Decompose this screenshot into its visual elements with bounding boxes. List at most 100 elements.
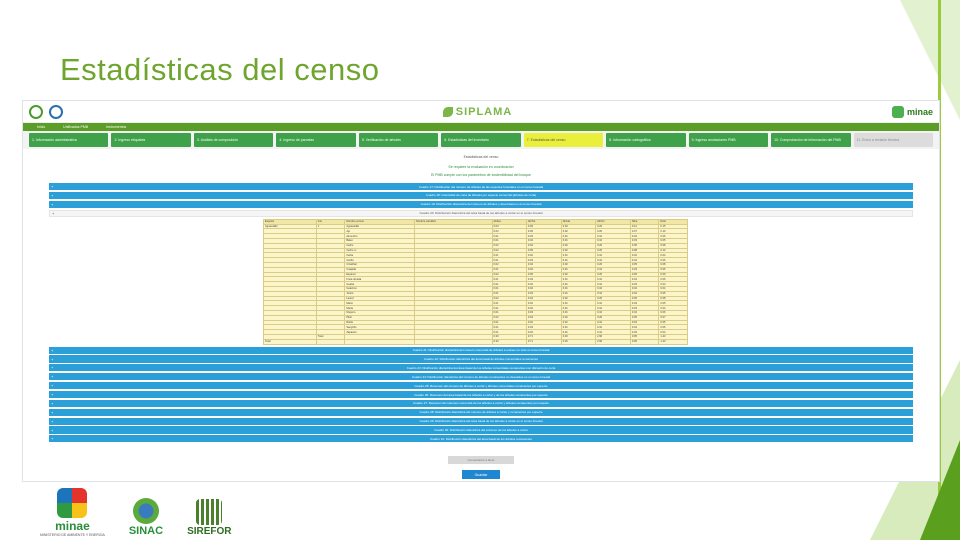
expand-icon: + [51, 374, 54, 380]
accordion-top-item-3[interactable]: + Cuadro 19: Distribución diamétrica del … [49, 200, 913, 208]
expand-icon: + [51, 427, 54, 433]
accordion-label: Cuadro 30: Distribución diamétrica del v… [434, 428, 528, 432]
wizard-step-2[interactable]: 2. Ingreso etiquetas [111, 133, 191, 147]
sinac-logo: SINAC [129, 498, 163, 537]
footer-area: Comentarios a favor Guardar [49, 448, 913, 480]
accordion-label: Cuadro 24: Distribución diamétrica del n… [411, 374, 551, 379]
wizard-step-5[interactable]: 5. Verificación de árboles [358, 133, 439, 147]
accordion-bottom-item-5[interactable]: + Cuadro 25: Resumen del número de árbole… [49, 382, 913, 390]
accordion-bottom-item-6[interactable]: + Cuadro 26: Resumen del área basal de lo… [49, 390, 913, 399]
table-cell: Total [263, 338, 317, 345]
table-cell [344, 338, 416, 345]
expand-icon: + [51, 365, 54, 371]
accordion-bottom-item-8[interactable]: + Cuadro 28: Distribución diamétrica del … [49, 408, 913, 416]
sinac-logo-icon [49, 104, 63, 119]
top-nav: Inicio Unificados PMB Instrumentos [23, 123, 939, 131]
sirefor-logo-mark-icon [196, 499, 223, 525]
accordion-label: Cuadro 20: Distribución diamétrica del á… [419, 211, 543, 216]
minae-logo-icon [29, 104, 43, 119]
accordion-bottom: + Cuadro 21: Distribución diamétrica del … [49, 346, 913, 443]
content-heading: Estadísticas del censo [463, 155, 499, 159]
wizard-step-6[interactable]: 6. Estadísticas del inventario [441, 133, 521, 147]
slide: Estadísticas del censo SIPLAMA minae Ini… [0, 0, 960, 540]
expand-icon: + [51, 192, 54, 198]
accordion-top-item-2[interactable]: + Cuadro 18: Intensidad de corta de árbol… [49, 191, 913, 200]
accordion-bottom-item-7[interactable]: + Cuadro 27: Resumen del volumen comercia… [49, 399, 913, 407]
table-cell: 0.71 [525, 338, 562, 345]
minae-logo-subtext: MINISTERIO DE AMBIENTE Y ENERGÍA [40, 533, 105, 537]
wizard-step-8[interactable]: 8. Información cartográfica [606, 133, 686, 147]
siplama-logo: SIPLAMA [442, 105, 513, 118]
table-cell: 0.30 [491, 338, 527, 345]
wizard-step-3[interactable]: 3. Análisis de composición [193, 133, 274, 147]
table-cell: 0.95 [629, 338, 660, 345]
table-cell [414, 338, 493, 345]
sirefor-logo-text: SIREFOR [187, 526, 232, 537]
accordion-label: Cuadro 19: Distribución diamétrica del n… [420, 202, 542, 207]
accordion-label: Cuadro 31: Distribución diamétrica del á… [430, 436, 532, 441]
wizard-step-10[interactable]: 10. Comprobación de información del PMB [771, 133, 851, 147]
wizard-step-1[interactable]: 1. Información administrativa [29, 133, 109, 147]
leaf-icon [442, 106, 453, 117]
wizard-step-4[interactable]: 4. Ingreso de parcelas [276, 133, 356, 147]
note-sustainability: El PMB cumple con los parámetros de sost… [431, 173, 531, 177]
minae-header-logo: minae [891, 105, 933, 118]
accordion-bottom-item-11[interactable]: + Cuadro 31: Distribución diamétrica del … [49, 435, 913, 443]
table-cell: 1.43 [658, 338, 688, 345]
wizard-step-11[interactable]: 11. Envío a revisión técnica [853, 133, 933, 147]
expand-icon: + [51, 436, 54, 442]
bottom-logos: minae MINISTERIO DE AMBIENTE Y ENERGÍA S… [40, 488, 232, 537]
wizard-steps: 1. Información administrativa 2. Ingreso … [23, 131, 939, 149]
accordion-label: Cuadro 21: Distribución diamétrica del n… [412, 348, 550, 353]
table-cell [315, 338, 346, 345]
app-screenshot: SIPLAMA minae Inicio Unificados PMB Inst… [22, 100, 940, 482]
nav-item-instrumentos[interactable]: Instrumentos [106, 125, 126, 129]
accordion-label: Cuadro 25: Resumen del número de árboles… [414, 383, 548, 388]
slide-title: Estadísticas del censo [60, 52, 380, 87]
save-button[interactable]: Guardar [462, 470, 500, 480]
accordion-label: Cuadro 29: Distribución diamétrica del á… [419, 419, 543, 424]
minae-logo-text: minae [55, 519, 90, 533]
table-row: Total 0.30 0.71 0.30 2.90 0.95 1.43 [263, 338, 688, 345]
minae-logo-mark-icon [57, 488, 88, 518]
expand-icon: + [51, 184, 54, 190]
accordion-bottom-item-10[interactable]: + Cuadro 30: Distribución diamétrica del … [49, 426, 913, 434]
sinac-logo-mark-icon [132, 498, 159, 524]
accordion-bottom-item-9[interactable]: + Cuadro 29: Distribución diamétrica del … [49, 417, 913, 425]
comments-input[interactable]: Comentarios a favor [448, 456, 514, 465]
accordion-label: Cuadro 28: Distribución diamétrica del n… [419, 410, 543, 415]
accordion-label: Cuadro 18: Intensidad de corta de árbole… [425, 193, 537, 198]
expand-icon: + [51, 409, 54, 415]
minae-brand: minae [906, 106, 933, 117]
accordion-label: Cuadro 17: Distribución del número de ár… [418, 184, 544, 189]
expand-icon: + [51, 347, 54, 353]
census-table: Especie Gru Nombre comun Nombre cientifico A… [263, 218, 688, 345]
wizard-step-9[interactable]: 9. Ingreso anotaciones PMB [688, 133, 769, 147]
expand-icon: + [51, 418, 54, 424]
sirefor-logo: SIREFOR [187, 499, 232, 537]
expand-icon: + [52, 210, 55, 216]
accordion-label: Cuadro 22: Distribución diamétrica del á… [423, 357, 539, 361]
expand-icon: + [51, 383, 54, 389]
table-cell: 2.90 [595, 338, 631, 345]
expand-icon: + [51, 400, 54, 406]
hand-icon [891, 105, 904, 118]
accordion-bottom-item-4[interactable]: + Cuadro 24: Distribución diamétrica del … [49, 373, 913, 381]
content-area: Estadísticas del censo Se requiere la ev… [23, 149, 939, 481]
accordion-bottom-item-2[interactable]: + Cuadro 22: Distribución diamétrica del … [49, 355, 913, 363]
accordion-label: Cuadro 23: Distribución diamétrica del á… [406, 365, 556, 370]
expand-icon: + [51, 356, 54, 362]
accordion-top-item-4[interactable]: + Cuadro 20: Distribución diamétrica del … [49, 209, 913, 217]
accordion-bottom-item-3[interactable]: + Cuadro 23: Distribución diamétrica del … [49, 364, 913, 372]
nav-item-inicio[interactable]: Inicio [37, 125, 45, 129]
note-evaluation: Se requiere la evaluación en coordinació… [448, 165, 514, 169]
accordion-bottom-item-1[interactable]: + Cuadro 21: Distribución diamétrica del … [49, 346, 913, 354]
expand-icon: + [51, 201, 54, 207]
accordion-label: Cuadro 27: Resumen del volumen comercial… [413, 401, 549, 406]
table-cell: 0.30 [560, 338, 597, 345]
accordion-top-item-1[interactable]: + Cuadro 17: Distribución del número de á… [49, 183, 913, 191]
nav-item-unificados[interactable]: Unificados PMB [63, 125, 88, 129]
accordion-label: Cuadro 26: Resumen del área basal de los… [414, 392, 548, 397]
siplama-brand: SIPLAMA [455, 105, 513, 118]
wizard-step-7[interactable]: 7. Estadísticas del censo [523, 133, 604, 147]
